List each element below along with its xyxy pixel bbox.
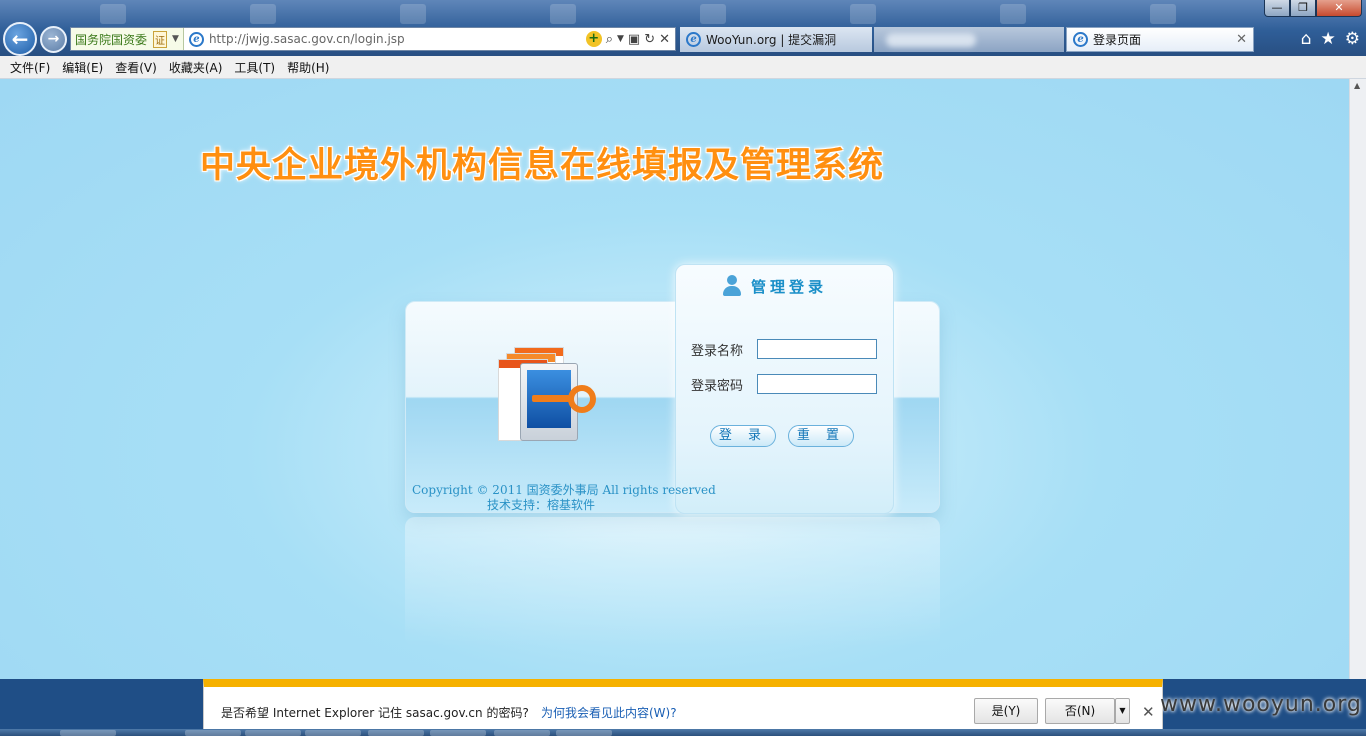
notification-message: 是否希望 Internet Explorer 记住 sasac.gov.cn 的…: [221, 706, 529, 720]
menu-edit[interactable]: 编辑(E): [56, 59, 109, 76]
desktop-ghost-icon: [550, 4, 576, 24]
browser-right-tools: ⌂ ★ ⚙: [1301, 29, 1360, 49]
minimize-button[interactable]: —: [1264, 0, 1290, 17]
taskbar-item[interactable]: [368, 730, 424, 736]
desktop-ghost-icon: [1150, 4, 1176, 24]
menu-file[interactable]: 文件(F): [4, 59, 56, 76]
password-row: 登录密码: [691, 374, 877, 394]
chevron-down-icon: ▼: [172, 34, 179, 44]
page-viewport: 中央企业境外机构信息在线填报及管理系统 管理登录 登录名称 登录密码 登 录 重…: [0, 79, 1349, 679]
window-controls: — ❐ ✕: [1264, 0, 1362, 17]
home-icon[interactable]: ⌂: [1301, 29, 1312, 49]
cert-name: 国务院国资委: [75, 32, 148, 47]
stage-reflection: [405, 517, 940, 647]
login-button[interactable]: 登 录: [710, 425, 776, 447]
address-bar: 国务院国资委 证 ▼ e + ⌕ ▼ ▣ ↻ ✕: [70, 27, 676, 51]
browser-title-bar: — ❐ ✕ ← → 国务院国资委 证 ▼ e + ⌕ ▼ ▣ ↻ ✕ e Woo…: [0, 0, 1366, 56]
desktop-ghost-icon: [850, 4, 876, 24]
system-title: 中央企业境外机构信息在线填报及管理系统: [200, 146, 885, 186]
taskbar-item[interactable]: [185, 730, 241, 736]
tab-wooyun[interactable]: e WooYun.org | 提交漏洞: [680, 27, 872, 52]
taskbar-item[interactable]: [556, 730, 612, 736]
username-label: 登录名称: [691, 343, 744, 359]
menu-tools[interactable]: 工具(T): [228, 59, 281, 76]
ie-page-icon: e: [686, 32, 701, 47]
arrow-right-icon: →: [47, 31, 60, 47]
desktop-ghost-icon: [1000, 4, 1026, 24]
password-label: 登录密码: [691, 378, 744, 394]
menu-favorites[interactable]: 收藏夹(A): [163, 59, 229, 76]
key-ring-icon: [568, 385, 596, 413]
ie-page-icon: e: [188, 31, 204, 47]
watermark: www.wooyun.org: [1160, 692, 1362, 717]
taskbar-item[interactable]: [305, 730, 361, 736]
chevron-down-icon[interactable]: ▼: [617, 34, 624, 44]
taskbar-item[interactable]: [430, 730, 486, 736]
close-window-button[interactable]: ✕: [1316, 0, 1362, 17]
save-password-yes-button[interactable]: 是(Y): [974, 698, 1038, 724]
taskbar-item[interactable]: [245, 730, 301, 736]
login-heading: 管理登录: [751, 277, 828, 296]
notification-help-link[interactable]: 为何我会看见此内容(W)?: [541, 704, 677, 721]
search-icon[interactable]: ⌕: [606, 32, 613, 47]
username-input[interactable]: [757, 339, 877, 359]
desktop-ghost-icon: [700, 4, 726, 24]
tab-redacted[interactable]: [874, 27, 1064, 52]
tab-login-page[interactable]: e 登录页面 ✕: [1066, 27, 1254, 52]
key-icon: [532, 395, 570, 402]
chevron-down-icon: ▼: [1119, 706, 1126, 715]
notification-options-button[interactable]: ▼: [1115, 698, 1130, 724]
certificate-indicator[interactable]: 国务院国资委 证 ▼: [71, 28, 184, 50]
username-row: 登录名称: [691, 339, 877, 359]
desktop-ghost-icon: [100, 4, 126, 24]
forward-button[interactable]: →: [40, 26, 67, 53]
redacted-tab-label: [886, 32, 976, 47]
password-save-notification: 是否希望 Internet Explorer 记住 sasac.gov.cn 的…: [203, 679, 1163, 729]
tab-label: WooYun.org | 提交漏洞: [706, 33, 837, 47]
login-panel: 管理登录 登录名称 登录密码 登 录 重 置: [675, 264, 894, 514]
menu-view[interactable]: 查看(V): [109, 59, 163, 76]
refresh-icon[interactable]: ↻: [644, 32, 655, 47]
support-text: 技术支持：榕基软件: [487, 498, 596, 512]
user-icon: [721, 275, 743, 297]
taskbar-item[interactable]: [60, 730, 116, 736]
close-notification-icon[interactable]: ✕: [1142, 703, 1155, 721]
login-header: 管理登录: [721, 275, 827, 297]
cert-badge: 证: [153, 30, 168, 48]
desktop-ghost-icon: [250, 4, 276, 24]
url-input[interactable]: [208, 32, 569, 46]
arrow-left-icon: ←: [11, 27, 29, 51]
save-password-no-button[interactable]: 否(N): [1045, 698, 1115, 724]
menu-bar: 文件(F) 编辑(E) 查看(V) 收藏夹(A) 工具(T) 帮助(H): [0, 56, 1366, 79]
compatibility-view-icon[interactable]: ▣: [628, 32, 640, 47]
add-plugin-icon[interactable]: +: [585, 31, 602, 47]
gear-icon[interactable]: ⚙: [1345, 29, 1360, 49]
desktop-ghost-icon: [400, 4, 426, 24]
scroll-up-icon[interactable]: ▲: [1354, 81, 1360, 90]
stop-icon[interactable]: ✕: [659, 32, 670, 47]
address-tools: + ⌕ ▼ ▣ ↻ ✕: [585, 31, 675, 47]
taskbar: [0, 729, 1366, 736]
back-button[interactable]: ←: [3, 22, 37, 56]
reset-button[interactable]: 重 置: [788, 425, 854, 447]
menu-help[interactable]: 帮助(H): [281, 59, 335, 76]
close-tab-icon[interactable]: ✕: [1236, 32, 1247, 47]
taskbar-item[interactable]: [494, 730, 550, 736]
password-input[interactable]: [757, 374, 877, 394]
ie-page-icon: e: [1073, 32, 1088, 47]
monitor-key-illustration: [490, 341, 610, 461]
maximize-button[interactable]: ❐: [1290, 0, 1316, 17]
favorites-star-icon[interactable]: ★: [1321, 29, 1336, 49]
tab-label: 登录页面: [1093, 33, 1142, 47]
vertical-scrollbar[interactable]: ▲: [1349, 79, 1366, 679]
